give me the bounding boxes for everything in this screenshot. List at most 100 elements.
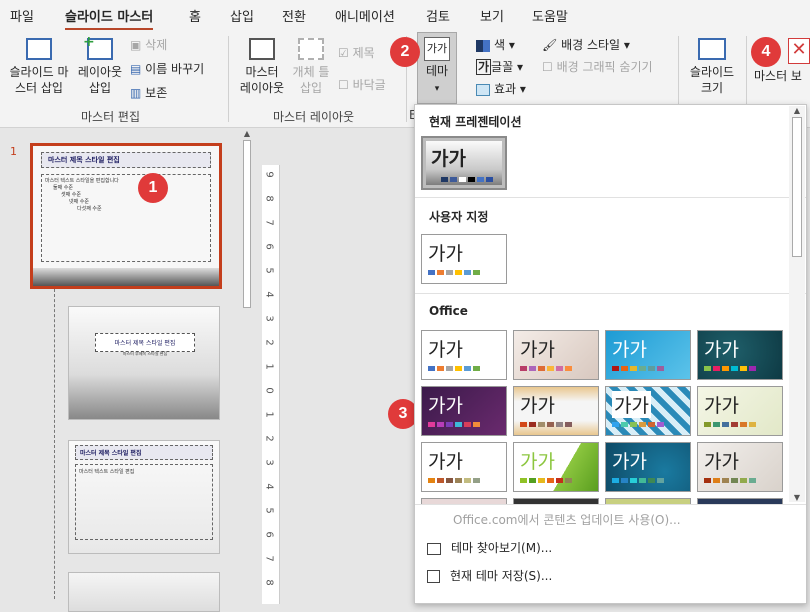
ruler-tick-label: 5 (263, 507, 275, 514)
fonts-button[interactable]: 가 글꼴 ▾ (476, 58, 523, 75)
theme-organic[interactable]: 가가 (697, 386, 783, 436)
theme-swatches (520, 478, 572, 483)
layout-thumbnail-content[interactable]: 마스터 제목 스타일 편집 마스터 텍스트 스타일 편집 (68, 440, 220, 554)
slide-master-thumbnail[interactable]: 마스터 제목 스타일 편집 마스터 텍스트 스타일을 편집합니다 둘째 수준 셋… (30, 143, 222, 289)
theme-facet[interactable]: 가가 (513, 330, 599, 380)
ruler-tick-label: 2 (263, 339, 275, 346)
ruler-tick-label: 1 (263, 363, 275, 370)
theme-sample-text: 가가 (431, 148, 466, 170)
theme-swatches (612, 366, 664, 371)
preserve-icon: ▥ (130, 86, 146, 100)
rename-icon: ▤ (130, 62, 146, 76)
insert-slide-master-label: 슬라이드 마 스터 삽입 (9, 65, 69, 95)
ribbon-tabs: 파일 슬라이드 마스터 홈 삽입 전환 애니메이션 검토 보기 도움말 (0, 0, 810, 31)
theme-wood-type[interactable]: 가가 (513, 386, 599, 436)
effects-button[interactable]: 효과 ▾ (476, 80, 526, 97)
theme-swatches (428, 270, 480, 275)
delete-icon: ▣ (130, 38, 146, 52)
background-styles-icon: 🖌 (542, 38, 562, 52)
theme-sample-text: 가가 (520, 339, 555, 361)
title-check-label: 제목 (352, 46, 375, 60)
vertical-ruler: 9 8 7 6 5 4 3 2 1 0 1 2 3 4 5 6 7 8 (262, 165, 280, 604)
scroll-thumb[interactable] (792, 117, 802, 257)
scroll-up-icon[interactable]: ▲ (789, 106, 805, 115)
group-master-edit-label: 마스터 편집 (81, 110, 141, 124)
theme-slice[interactable]: 가가 (697, 442, 783, 492)
hide-background-checkbox[interactable]: ☐ 배경 그래픽 숨기기 (542, 58, 653, 75)
custom-theme-tile[interactable]: 가가 (421, 234, 507, 284)
thumb-title: 마스터 제목 스타일 편집 (41, 152, 211, 168)
scroll-up-icon[interactable]: ▲ (240, 129, 254, 138)
ruler-tick-label: 4 (263, 291, 275, 298)
theme-swatches (428, 422, 480, 427)
theme-integral[interactable]: 가가 (605, 442, 691, 492)
tab-help[interactable]: 도움말 (532, 6, 568, 25)
theme-sample-text: 가가 (428, 243, 463, 265)
tab-home[interactable]: 홈 (189, 6, 201, 25)
background-styles-label: 배경 스타일 (561, 38, 621, 52)
thumbnail-scrollbar[interactable]: ▲ (240, 129, 254, 604)
tab-animations[interactable]: 애니메이션 (335, 6, 395, 25)
slide-size-icon (698, 38, 726, 60)
tab-file[interactable]: 파일 (10, 6, 34, 25)
insert-slide-master-button[interactable]: 슬라이드 마 스터 삽입 (4, 38, 74, 96)
colors-label: 색 (494, 38, 506, 52)
scroll-thumb[interactable] (243, 140, 251, 308)
save-theme-menu-item[interactable]: 현재 테마 저장(S)... (427, 567, 552, 584)
step-badge-2: 2 (390, 37, 420, 67)
tab-view[interactable]: 보기 (480, 6, 504, 25)
ruler-tick-label: 6 (263, 531, 275, 538)
scroll-down-icon[interactable]: ▼ (789, 493, 805, 502)
theme-ion[interactable]: 가가 (605, 330, 691, 380)
slide-size-button[interactable]: 슬라이드 크기 (684, 38, 740, 96)
chevron-down-icon: ▾ (434, 84, 440, 94)
layout-connector (54, 289, 55, 599)
insert-layout-button[interactable]: + 레이아웃 삽입 (74, 34, 126, 96)
delete-button[interactable]: ▣ 삭제 (130, 36, 167, 53)
layout-thumbnail-next[interactable] (68, 572, 220, 612)
insert-placeholder-button[interactable]: 개체 틀 삽입 (288, 38, 334, 96)
layout2-subtitle: 마스터 부제목 스타일 편집 (122, 351, 168, 356)
theme-facet-green[interactable]: 가가 (513, 442, 599, 492)
divider (415, 504, 806, 505)
theme-office[interactable]: 가가 (421, 330, 507, 380)
ruler-tick-label: 5 (263, 267, 275, 274)
preserve-button[interactable]: ▥ 보존 (130, 84, 167, 101)
colors-button[interactable]: 색 ▾ (476, 36, 515, 53)
themes-dropdown: 현재 프레젠테이션 가가 사용자 지정 가가 Office 가가 가가 가가 가… (414, 104, 807, 604)
master-layout-button[interactable]: 마스터 레이아웃 (236, 38, 288, 96)
layout3-title: 마스터 제목 스타일 편집 (75, 445, 213, 460)
hide-background-label: 배경 그래픽 숨기기 (556, 60, 653, 74)
themes-scrollbar[interactable]: ▲ ▼ (789, 106, 805, 502)
layout-thumbnail-title[interactable]: 마스터 제목 스타일 편집 마스터 부제목 스타일 편집 (68, 306, 220, 420)
rename-button[interactable]: ▤ 이름 바꾸기 (130, 60, 204, 77)
theme-ion-boardroom[interactable]: 가가 (697, 330, 783, 380)
theme-sample-text: 가가 (612, 451, 647, 473)
theme-sample-text: 가가 (704, 451, 739, 473)
thumb-level3: 셋째 수준 (61, 192, 81, 198)
tab-slide-master[interactable]: 슬라이드 마스터 (65, 6, 154, 31)
master-layout-icon (249, 38, 275, 60)
enable-updates-menu-item[interactable]: Office.com에서 콘텐츠 업데이트 사용(O)... (453, 511, 681, 528)
background-styles-button[interactable]: 🖌 배경 스타일 ▾ (542, 36, 630, 53)
ruler-tick-label: 6 (263, 243, 275, 250)
current-theme-tile[interactable]: 가가 (421, 136, 507, 190)
ruler-tick-label: 3 (263, 315, 275, 322)
title-checkbox[interactable]: ☑ 제목 (338, 44, 375, 61)
themes-button[interactable]: 가가 테마 ▾ (417, 32, 457, 104)
theme-retrospect[interactable]: 가가 (421, 442, 507, 492)
theme-swatches (704, 366, 756, 371)
theme-sample-text: 가가 (704, 395, 739, 417)
tab-insert[interactable]: 삽입 (230, 6, 254, 25)
browse-themes-menu-item[interactable]: 테마 찾아보기(M)... (427, 539, 552, 556)
layout2-title: 마스터 제목 스타일 편집 (95, 333, 195, 352)
theme-sample-text: 가가 (428, 395, 463, 417)
group-master-layout-label: 마스터 레이아웃 (273, 110, 355, 124)
tab-transitions[interactable]: 전환 (282, 6, 306, 25)
footer-check-label: 바닥글 (352, 78, 386, 92)
theme-droplet[interactable]: 가가 (605, 386, 691, 436)
rename-label: 이름 바꾸기 (145, 62, 205, 76)
footer-checkbox[interactable]: ☐ 바닥글 (338, 76, 386, 93)
tab-review[interactable]: 검토 (426, 6, 450, 25)
theme-ion-purple[interactable]: 가가 (421, 386, 507, 436)
